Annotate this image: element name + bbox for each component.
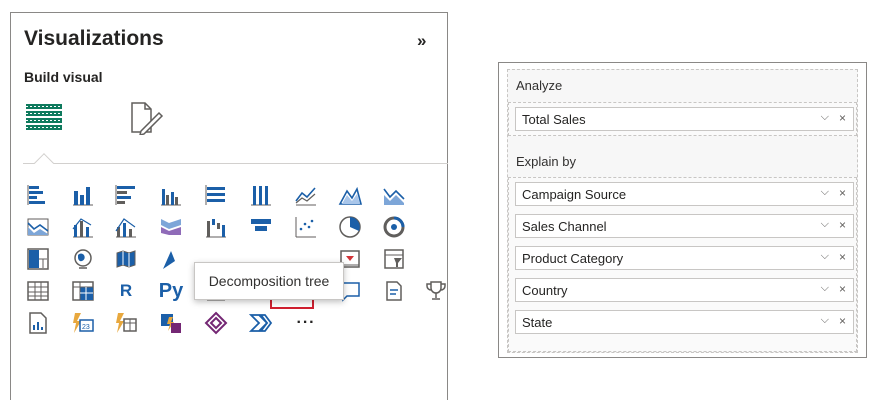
visualizations-pane: Visualizations » Build visual R Py 23 ··…: [10, 12, 448, 400]
paginated-report-icon[interactable]: [23, 309, 53, 337]
power-apps-metric-icon[interactable]: 23: [68, 309, 98, 337]
explain-by-label: Explain by: [516, 154, 576, 169]
matrix-icon[interactable]: [68, 277, 98, 305]
build-tab-divider: [23, 163, 448, 164]
power-apps-diamond-icon[interactable]: [201, 309, 231, 337]
clustered-column-chart-icon[interactable]: [156, 181, 186, 209]
r-script-visual-icon[interactable]: R: [111, 277, 141, 305]
r-label: R: [119, 281, 133, 300]
remove-field-icon[interactable]: ×: [839, 218, 846, 232]
remove-field-icon[interactable]: ×: [839, 111, 846, 125]
svg-text:23: 23: [82, 324, 90, 331]
python-label: Py: [158, 279, 184, 302]
power-apps-icon[interactable]: [156, 309, 186, 337]
remove-field-icon[interactable]: ×: [839, 250, 846, 264]
waterfall-chart-icon[interactable]: [201, 213, 231, 241]
stacked-bar-chart-icon[interactable]: [23, 181, 53, 209]
field-wells-pane: Analyze Total Sales ⌵ × Explain by Campa…: [498, 62, 867, 358]
remove-field-icon[interactable]: ×: [839, 282, 846, 296]
collapse-pane-icon[interactable]: »: [417, 31, 427, 51]
field-label: State: [522, 315, 553, 330]
chevron-down-icon[interactable]: ⌵: [821, 218, 829, 231]
line-clustered-column-chart-icon[interactable]: [68, 213, 98, 241]
analyze-label: Analyze: [516, 78, 563, 93]
visual-row-2: [21, 213, 441, 245]
donut-chart-icon[interactable]: [379, 213, 409, 241]
chevron-down-icon[interactable]: ⌵: [821, 282, 829, 295]
stacked-area-chart-icon[interactable]: [379, 181, 409, 209]
funnel-chart-icon[interactable]: [246, 213, 276, 241]
chevron-down-icon[interactable]: ⌵: [821, 250, 829, 263]
area-chart-icon[interactable]: [335, 181, 365, 209]
decomposition-tree-tooltip: Decomposition tree: [194, 262, 344, 300]
scatter-chart-icon[interactable]: [291, 213, 321, 241]
analyze-drop-zone[interactable]: Total Sales ⌵ ×: [508, 102, 857, 136]
ribbon-chart-icon[interactable]: [156, 213, 186, 241]
explain-field-pill[interactable]: Sales Channel ⌵ ×: [515, 214, 854, 238]
field-label: Product Category: [522, 251, 624, 266]
pie-chart-icon[interactable]: [335, 213, 365, 241]
filled-map-icon[interactable]: [111, 245, 141, 273]
analyze-field-pill[interactable]: Total Sales ⌵ ×: [515, 107, 854, 131]
format-visual-icon[interactable]: [129, 101, 165, 137]
chevron-down-icon[interactable]: ⌵: [821, 314, 829, 327]
map-icon[interactable]: [68, 245, 98, 273]
pane-title: Visualizations: [24, 27, 164, 50]
azure-map-icon[interactable]: [156, 245, 186, 273]
python-visual-icon[interactable]: Py: [156, 277, 186, 305]
100-percent-stacked-column-chart-icon[interactable]: [246, 181, 276, 209]
goals-trophy-icon[interactable]: [421, 277, 451, 305]
build-tab-caret: [34, 153, 54, 173]
chevron-down-icon[interactable]: ⌵: [821, 111, 829, 124]
remove-field-icon[interactable]: ×: [839, 314, 846, 328]
more-visuals-icon[interactable]: ···: [291, 309, 321, 337]
visual-row-1: [21, 181, 441, 213]
power-automate-table-icon[interactable]: [111, 309, 141, 337]
chevron-down-icon[interactable]: ⌵: [821, 186, 829, 199]
field-label: Country: [522, 283, 568, 298]
stacked-column-chart-icon[interactable]: [68, 181, 98, 209]
treemap-icon[interactable]: [23, 245, 53, 273]
table-icon[interactable]: [23, 277, 53, 305]
field-label: Total Sales: [522, 112, 586, 127]
field-label: Sales Channel: [522, 219, 607, 234]
power-automate-icon[interactable]: [246, 309, 276, 337]
table-filter-icon[interactable]: [379, 245, 409, 273]
visual-row-5: 23 ···: [21, 309, 441, 341]
line-stacked-column-chart-icon[interactable]: [23, 213, 53, 241]
explain-by-drop-zone[interactable]: Campaign Source ⌵ × Sales Channel ⌵ × Pr…: [508, 177, 857, 352]
smart-narrative-icon[interactable]: [379, 277, 409, 305]
explain-field-pill[interactable]: Country ⌵ ×: [515, 278, 854, 302]
visual-type-grid: R Py 23 ···: [21, 181, 446, 341]
build-visual-label: Build visual: [24, 69, 103, 85]
line-chart-icon[interactable]: [291, 181, 321, 209]
explain-field-pill[interactable]: Campaign Source ⌵ ×: [515, 182, 854, 206]
remove-field-icon[interactable]: ×: [839, 186, 846, 200]
line-and-column-chart-icon[interactable]: [111, 213, 141, 241]
build-visual-fields-icon[interactable]: [25, 100, 63, 134]
100-percent-stacked-bar-chart-icon[interactable]: [201, 181, 231, 209]
field-wells-inner: Analyze Total Sales ⌵ × Explain by Campa…: [507, 69, 858, 353]
more-visuals-label: ···: [296, 314, 316, 331]
clustered-bar-chart-icon[interactable]: [111, 181, 141, 209]
explain-field-pill[interactable]: Product Category ⌵ ×: [515, 246, 854, 270]
explain-field-pill[interactable]: State ⌵ ×: [515, 310, 854, 334]
field-label: Campaign Source: [522, 187, 627, 202]
